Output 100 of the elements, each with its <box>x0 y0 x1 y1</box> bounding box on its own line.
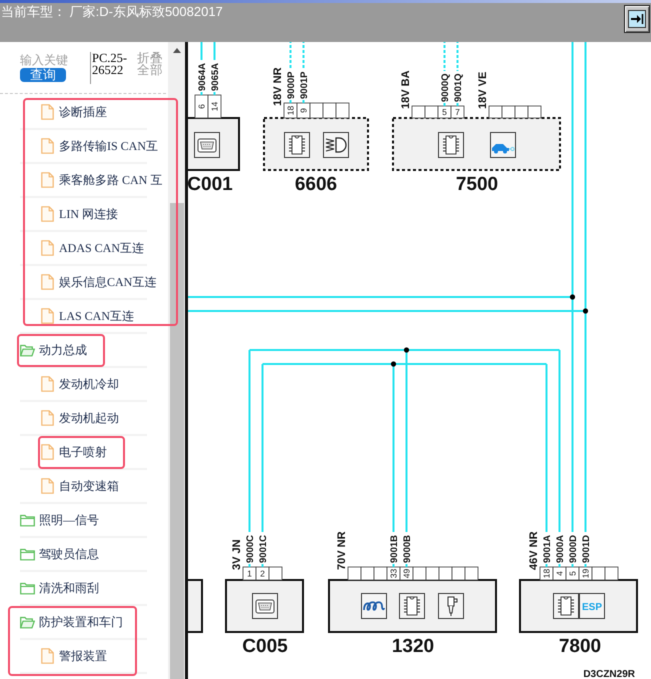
file-icon <box>41 376 54 392</box>
wire <box>262 564 264 567</box>
connector-pin: 18 <box>284 102 298 118</box>
chip-icon <box>438 132 464 158</box>
panel-toggle-button[interactable] <box>624 5 650 33</box>
file-icon <box>41 206 54 222</box>
component-label: 7800 <box>558 636 602 657</box>
connector-pin: 49 <box>400 566 414 580</box>
connector-pin: 6 <box>194 94 208 118</box>
component-label: 1320 <box>392 636 434 657</box>
wire <box>456 103 458 106</box>
wire <box>546 564 548 567</box>
search-button[interactable]: 查询 <box>20 68 66 82</box>
wire-label: 9001B <box>388 535 400 563</box>
tree-item[interactable]: 娱乐信息CAN互连 <box>41 274 156 290</box>
connector-pin: 5 <box>438 106 452 118</box>
wire-label: 9064A <box>196 63 208 91</box>
wire-label: 9001A <box>542 535 553 563</box>
tree-item[interactable]: 自动变速箱 <box>41 478 119 494</box>
injector-icon <box>438 593 464 619</box>
file-icon <box>41 308 54 324</box>
junction-dot-icon <box>582 308 588 314</box>
tree-item[interactable]: 电子喷射 <box>41 444 107 460</box>
chip-icon <box>284 132 310 158</box>
connector-pin: 19 <box>578 566 592 580</box>
file-icon <box>41 410 54 426</box>
wire-label: 9001Q <box>452 73 464 102</box>
tree-item[interactable]: 照明—信号 <box>20 512 99 528</box>
tree-item[interactable]: LAS CAN互连 <box>41 308 134 324</box>
wire <box>214 92 216 95</box>
connector-label: 3V JN <box>231 539 243 570</box>
document-code: PC.25-26522 <box>90 52 128 84</box>
car-icon <box>490 132 516 158</box>
tree-item[interactable]: 防护装置和车门 <box>20 614 123 630</box>
tree-item[interactable]: 动力总成 <box>20 342 87 358</box>
wire-label: 9001C <box>258 535 269 563</box>
wire-label: 9001P <box>298 72 310 99</box>
drawing-code: D3CZN29R <box>583 669 635 679</box>
tree-item[interactable]: 诊断插座 <box>41 104 107 120</box>
wire <box>584 564 586 567</box>
wire <box>290 100 292 103</box>
arrow-to-bar-icon <box>628 10 646 28</box>
tree-item[interactable]: ADAS CAN互连 <box>41 240 144 256</box>
scrollbar-track[interactable] <box>168 42 185 679</box>
component-label: 7500 <box>456 174 498 195</box>
tree-item[interactable]: 清洗和雨刮 <box>20 580 99 596</box>
keyword-field[interactable]: 输入关键 <box>20 52 72 67</box>
coil-icon <box>361 593 387 619</box>
file-icon <box>41 240 54 256</box>
tree-item[interactable]: 发动机起动 <box>41 410 119 426</box>
connector-pin: 2 <box>256 566 270 580</box>
wire <box>558 564 560 567</box>
headlamp-icon <box>323 132 349 158</box>
wire-label: 9000D <box>568 535 579 563</box>
wire <box>406 564 408 567</box>
wire <box>200 92 202 95</box>
wire <box>302 100 304 103</box>
wire-label: 9000P <box>286 72 297 99</box>
wire <box>248 564 250 567</box>
file-icon <box>41 444 54 460</box>
connector-pin: 9 <box>296 102 310 118</box>
tree-item[interactable]: 乘客舱多路 CAN 互 <box>41 172 162 188</box>
component-box <box>188 579 203 633</box>
file-icon <box>41 138 54 154</box>
tree-item[interactable]: 发动机冷却 <box>41 376 119 392</box>
wire-label: 9000A <box>554 535 566 563</box>
module-tag: ESP <box>579 593 605 619</box>
connector-label: 18V BA <box>400 70 412 109</box>
file-icon <box>41 648 54 664</box>
file-icon <box>41 478 54 494</box>
tree-item[interactable]: 多路传输IS CAN互 <box>41 138 158 154</box>
tree-item[interactable]: 驾驶员信息 <box>20 546 99 562</box>
component-label: C005 <box>242 636 288 657</box>
junction-dot-icon <box>390 361 396 367</box>
tree-item[interactable]: 警报装置 <box>41 648 107 664</box>
scroll-up-arrow-icon[interactable] <box>172 48 180 53</box>
junction-dot-icon <box>404 347 410 353</box>
wire-label: 9065A <box>210 63 221 91</box>
connector-pin: 14 <box>208 94 222 118</box>
vehicle-model-title: 当前车型： 厂家:D-东风标致50082017 <box>0 3 223 20</box>
file-icon <box>41 104 54 120</box>
chip-icon <box>399 593 425 619</box>
tree-item[interactable]: LIN 网连接 <box>41 206 118 222</box>
wire <box>572 564 574 567</box>
wire <box>444 103 446 106</box>
wire-label: 9000B <box>402 535 413 563</box>
connector-pin: 5 <box>566 566 580 580</box>
file-icon <box>41 172 54 188</box>
file-icon <box>41 274 54 290</box>
connector-label: 18V VE <box>477 72 489 109</box>
component-label: C001 <box>188 174 233 195</box>
junction-dot-icon <box>570 294 576 300</box>
connector-label: 18V NR <box>272 67 284 106</box>
wire-label: 9001D <box>580 535 592 563</box>
connector-pin: 7 <box>450 106 464 118</box>
scrollbar-thumb[interactable] <box>170 203 184 679</box>
connector-pin: 33 <box>386 566 400 580</box>
connector-pin: 1 <box>242 566 256 580</box>
chip-icon <box>553 593 579 619</box>
wire-label: 9000Q <box>440 73 451 102</box>
